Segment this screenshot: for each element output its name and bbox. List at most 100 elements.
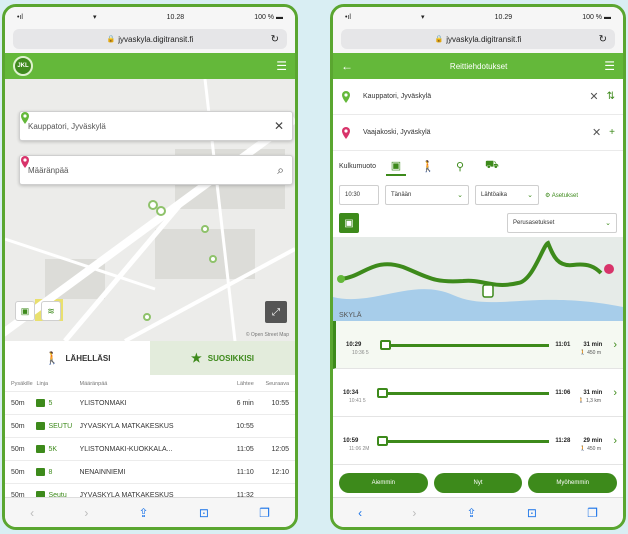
origin-value: Kauppatori, Jyväskylä <box>28 121 106 131</box>
tab-favorites[interactable]: ★ SUOSIKKISI <box>150 341 295 375</box>
departure-destination: YLISTÖNMÄKI <box>79 399 127 407</box>
bus-icon <box>377 435 388 446</box>
later-button[interactable]: Myöhemmin <box>528 473 618 493</box>
bus-icon <box>380 339 391 350</box>
preset-options: ▣ Perusasetukset ⌄ <box>333 209 623 237</box>
star-icon: ★ <box>191 351 202 365</box>
tabs-icon[interactable]: ❐ <box>587 506 598 520</box>
bike-mode-icon[interactable]: ⚲ <box>450 156 470 176</box>
time-select[interactable]: 10:30 <box>339 185 379 205</box>
share-icon[interactable]: ⇪ <box>467 506 477 520</box>
departure-row[interactable]: 50m 8 NENAINNIEMI 11:10 12:10 <box>5 460 295 483</box>
pedestrian-icon: 🚶 <box>44 351 60 365</box>
reload-icon[interactable]: ↻ <box>271 34 279 45</box>
leg-line <box>387 439 550 443</box>
tab-nearby[interactable]: 🚶 LÄHELLÄSI <box>5 341 150 375</box>
reload-icon[interactable]: ↻ <box>599 34 607 45</box>
clear-icon[interactable]: ✕ <box>274 119 284 133</box>
app-logo[interactable]: JKL <box>13 56 33 76</box>
destination-placeholder: Määränpää <box>28 165 69 175</box>
origin-input[interactable]: Kauppatori, Jyväskylä ✕ <box>19 111 293 141</box>
car-mode-icon[interactable]: ⛟ <box>482 156 502 176</box>
departure-time: 11:10 <box>236 468 254 476</box>
status-bar: •ıl ▾ 10.28 100 % ▬ <box>5 7 295 27</box>
fullscreen-icon[interactable]: ⤢ <box>265 301 287 323</box>
itinerary-duration: 31 min <box>583 341 603 348</box>
departure-destination: YLISTÖNMÄKI-KUOKKALA... <box>79 445 173 453</box>
line-number: SEUTU <box>48 422 73 430</box>
bus-icon <box>36 445 46 453</box>
destination-value: Vaajakoski, Jyväskylä <box>363 129 431 136</box>
itinerary-first-leg: 10:36 5 <box>352 350 369 356</box>
depart-value: Lähtöaika <box>481 192 508 198</box>
walk-mode-icon[interactable]: 🚶 <box>418 156 438 176</box>
itinerary-row[interactable]: 10:59 11:28 29 min › 11:06 2M 🚶 450 m <box>333 417 623 465</box>
swap-icon[interactable]: ⇅ <box>607 91 615 102</box>
header-next: Seuraava <box>265 381 289 387</box>
departure-distance: 50m <box>11 399 25 407</box>
origin-input[interactable]: Kauppatori, Jyväskylä ✕ ⇅ <box>333 79 623 115</box>
signal-icon: •ıl <box>17 13 23 21</box>
itinerary-arrival: 11:28 <box>555 437 571 444</box>
itinerary-departure: 10:59 <box>343 437 359 444</box>
now-button[interactable]: Nyt <box>433 473 523 493</box>
forward-icon[interactable]: › <box>412 506 416 520</box>
departure-row[interactable]: 50m 5 YLISTÖNMÄKI 6 min 10:55 <box>5 391 295 414</box>
itinerary-departure: 10:34 <box>343 389 359 396</box>
header-line: Linja <box>36 381 49 387</box>
time-navigation: Aiemmin Nyt Myöhemmin <box>333 465 623 501</box>
add-via-icon[interactable]: + <box>609 127 615 138</box>
bus-stop-toggle-icon[interactable]: ▣ <box>15 301 35 321</box>
search-icon[interactable]: ⌕ <box>277 163 284 178</box>
bus-filter-icon[interactable]: ▣ <box>339 213 359 233</box>
layers-icon[interactable]: ≋ <box>41 301 61 321</box>
destination-input[interactable]: Määränpää ⌕ <box>19 155 293 185</box>
clear-origin-icon[interactable]: ✕ <box>589 90 598 103</box>
app-header: ← Reittiehdotukset ☰ <box>333 53 623 79</box>
back-icon[interactable]: ‹ <box>358 506 362 520</box>
itinerary-walk-distance: 🚶 1,3 km <box>578 398 601 404</box>
browser-toolbar: ‹ › ⇪ ⊡ ❐ <box>5 497 295 527</box>
itinerary-list: 10:29 11:01 31 min › 10:36 5 🚶 450 m 10:34 11:0… <box>333 321 623 465</box>
app-header: JKL ☰ <box>5 53 295 79</box>
itinerary-leg-bar <box>377 435 550 446</box>
menu-icon[interactable]: ☰ <box>604 59 615 73</box>
back-icon[interactable]: ‹ <box>30 506 34 520</box>
departures-list: 50m 5 YLISTÖNMÄKI 6 min 10:55 50m SEUTU JYVÄSKY… <box>5 391 295 506</box>
url-field[interactable]: 🔒 jyvaskyla.digitransit.fi ↻ <box>13 29 287 49</box>
depart-arrive-select[interactable]: Lähtöaika ⌄ <box>475 185 539 205</box>
settings-button[interactable]: ⚙ Asetukset <box>545 192 578 199</box>
menu-icon[interactable]: ☰ <box>276 59 287 73</box>
itinerary-row[interactable]: 10:29 11:01 31 min › 10:36 5 🚶 450 m <box>333 321 623 369</box>
forward-icon[interactable]: › <box>84 506 88 520</box>
departure-destination: NENAINNIEMI <box>79 468 126 476</box>
phone-right: •ıl ▾ 10.29 100 % ▬ 🔒 jyvaskyla.digitran… <box>330 4 626 530</box>
chevron-right-icon: › <box>613 386 617 399</box>
earlier-button[interactable]: Aiemmin <box>339 473 428 493</box>
itinerary-row[interactable]: 10:34 11:06 31 min › 10:41 5 🚶 1,3 km <box>333 369 623 417</box>
day-select[interactable]: Tänään ⌄ <box>385 185 469 205</box>
next-departure-time: 12:10 <box>271 468 289 476</box>
tabs-icon[interactable]: ❐ <box>259 506 270 520</box>
departure-row[interactable]: 50m 5K YLISTÖNMÄKI-KUOKKALA... 11:05 12:05 <box>5 437 295 460</box>
destination-input[interactable]: Vaajakoski, Jyväskylä ✕ + <box>333 115 623 151</box>
header-distance: Pysäkille <box>11 381 33 387</box>
departure-row[interactable]: 50m SEUTU JYVÄSKYLÄ MATKAKESKUS 10:55 <box>5 414 295 437</box>
itinerary-duration: 31 min <box>583 389 603 396</box>
battery-icon: 100 % ▬ <box>582 13 611 21</box>
itinerary-leg-bar <box>377 387 550 398</box>
preset-select[interactable]: Perusasetukset ⌄ <box>507 213 617 233</box>
route-map[interactable]: SKYLÄ <box>333 237 623 321</box>
origin-pin-icon <box>21 112 29 124</box>
settings-label: Asetukset <box>551 192 579 199</box>
clear-destination-icon[interactable]: ✕ <box>592 126 601 139</box>
bus-mode-icon[interactable]: ▣ <box>385 156 406 176</box>
battery-icon: 100 % ▬ <box>254 13 283 21</box>
back-arrow-icon[interactable]: ← <box>341 59 353 73</box>
map[interactable]: Kauppatori, Jyväskylä ✕ Määränpää ⌕ ▣ ≋ … <box>5 79 295 341</box>
bookmarks-icon[interactable]: ⊡ <box>199 506 209 520</box>
url-field[interactable]: 🔒 jyvaskyla.digitransit.fi ↻ <box>341 29 615 49</box>
bookmarks-icon[interactable]: ⊡ <box>527 506 537 520</box>
share-icon[interactable]: ⇪ <box>139 506 149 520</box>
bus-icon <box>36 399 46 407</box>
